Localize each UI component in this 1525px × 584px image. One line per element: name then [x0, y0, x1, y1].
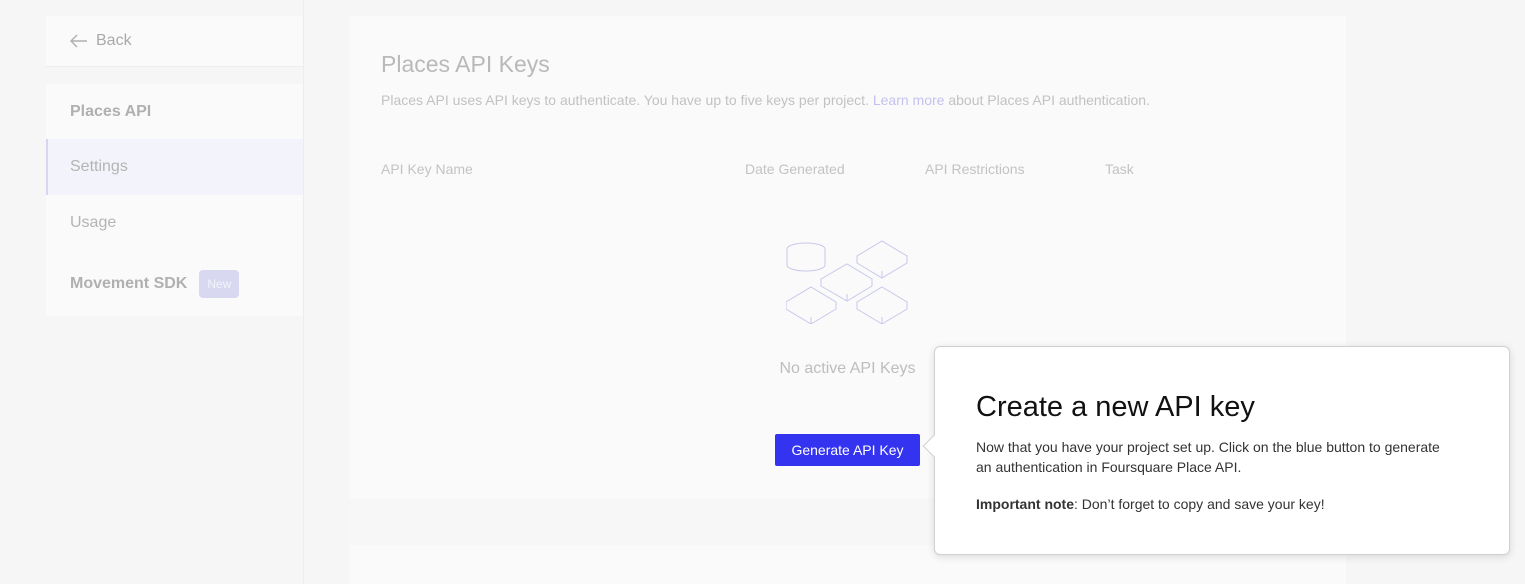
sidebar-item-movement-sdk[interactable]: Movement SDK New: [46, 256, 303, 312]
column-header-restrictions: API Restrictions: [925, 161, 1025, 177]
sidebar-item-label: Movement SDK: [70, 275, 188, 292]
learn-more-link[interactable]: Learn more: [873, 92, 945, 108]
sidebar-item-settings[interactable]: Settings: [46, 139, 303, 195]
page-title: Places API Keys: [381, 51, 550, 77]
tooltip-note-label: Important note: [976, 496, 1074, 512]
column-header-date: Date Generated: [745, 161, 845, 177]
tooltip-note-text: : Don’t forget to copy and save your key…: [1074, 496, 1325, 512]
tooltip-note: Important note: Don’t forget to copy and…: [976, 496, 1325, 512]
generate-api-key-button[interactable]: Generate API Key: [775, 434, 920, 466]
back-button[interactable]: Back: [46, 16, 303, 67]
sidebar-item-usage[interactable]: Usage: [46, 195, 303, 251]
sidebar-section-label: Places API: [70, 103, 152, 120]
sidebar-divider: [303, 0, 304, 584]
column-header-task: Task: [1105, 161, 1134, 177]
sidebar-section-places-api[interactable]: Places API: [46, 84, 303, 140]
arrow-left-icon: [70, 34, 87, 48]
sidebar-nav: Places API Settings Usage Movement SDK N…: [46, 84, 303, 316]
new-badge: New: [199, 270, 240, 298]
tooltip-body: Now that you have your project set up. C…: [976, 439, 1440, 475]
sidebar-item-label: Settings: [70, 158, 128, 175]
column-header-name: API Key Name: [381, 161, 473, 177]
onboarding-tooltip: Create a new API key Now that you have y…: [922, 346, 1510, 555]
page-description: Places API uses API keys to authenticate…: [381, 92, 1150, 108]
sidebar-item-label: Usage: [70, 214, 117, 231]
description-text: Places API uses API keys to authenticate…: [381, 92, 869, 108]
tooltip-title: Create a new API key: [976, 391, 1255, 423]
empty-keys-illustration: [786, 240, 908, 324]
back-label: Back: [96, 32, 132, 49]
description-suffix: about Places API authentication.: [948, 92, 1150, 108]
